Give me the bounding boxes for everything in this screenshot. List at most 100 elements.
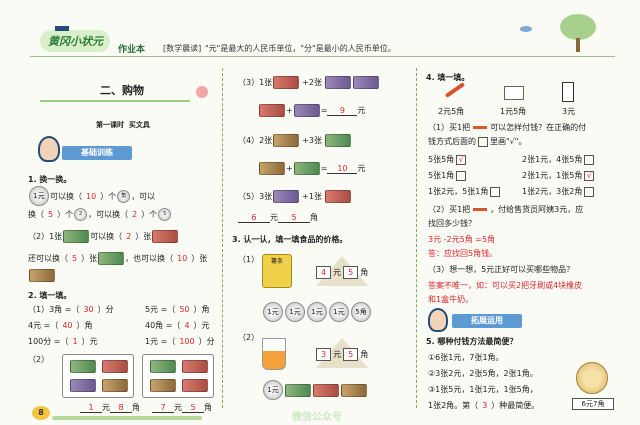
mid-row5: （5）3张 +1张 xyxy=(238,190,352,203)
flower-icon xyxy=(196,86,208,98)
price-toothbrush: 2元5角 xyxy=(438,107,465,116)
biscuit-price-tag: 6元7角 xyxy=(572,398,614,410)
opt2-checkbox[interactable] xyxy=(584,154,595,165)
q2-row3-right: 1元 =（ 100 ）分 xyxy=(145,337,215,346)
bird-icon xyxy=(520,26,532,32)
one-yuan-note-icon xyxy=(63,230,90,243)
q4-opt4: 2张1元，1张5角 √ xyxy=(522,170,595,181)
q4-title: 4. 填一填。 xyxy=(426,73,470,82)
right-column: 4. 填一填。 2元5角 1元5角 3元 （1）买1把 可以怎样付钱？在正确的付… xyxy=(416,62,640,425)
q2-sub2-label: （2） xyxy=(28,355,50,364)
money-box-left xyxy=(62,354,134,398)
q1-title: 1. 换一换。 xyxy=(28,175,72,184)
opt3-checkbox[interactable] xyxy=(456,170,467,181)
juice-glass-icon xyxy=(262,338,286,370)
mid-row3: （3）1张 +2张 xyxy=(238,76,380,89)
eraser-icon xyxy=(504,86,524,100)
snack-bag-icon: 薯条 xyxy=(262,254,292,288)
left-column: 二、购物 第一课时 买文具 基础训练 1. 换一换。 1元 可以换（ 10 ）个 角… xyxy=(0,62,222,425)
toothbrush-inline-icon-2 xyxy=(473,208,488,211)
q3-sub2: （2） xyxy=(238,333,260,342)
q4-p3: （3）想一想，5元正好可以买哪些物品？ xyxy=(428,265,575,274)
q4-p1-line2: 钱方式后面的 里画"√"。 xyxy=(428,136,527,147)
one-jiao-note-icon xyxy=(29,269,55,282)
q4-p2-line1: （2）买1把 ，付给售货员阿姨3元，应 xyxy=(428,205,584,214)
brand-name: 黄冈小状元 xyxy=(48,35,103,48)
q2-answer-left: 1元8角 xyxy=(80,402,140,413)
five-jiao-coin-icon: 5 xyxy=(158,208,172,221)
q4-opt5: 1张2元，5张1角 xyxy=(428,186,501,197)
student-avatar-2 xyxy=(428,308,448,332)
price-tag-2: 3 元 5 角 xyxy=(302,338,382,368)
header-divider xyxy=(30,56,615,57)
price-milk: 3元 xyxy=(562,107,576,116)
milk-carton-icon xyxy=(562,82,574,102)
q4-p2-answer1: 3元 -2元5角 =5角 xyxy=(428,235,496,244)
section-banner-basic: 基础训练 xyxy=(62,146,132,160)
q2-row2: 4元 =（ 40 ）角 xyxy=(28,321,93,330)
lesson-title: 第一课时 买文具 xyxy=(96,121,150,129)
q4-p2-answer2: 答：应找回5角钱。 xyxy=(428,249,498,258)
opt5-checkbox[interactable] xyxy=(490,186,501,197)
q4-p1-line1: （1）买1把 可以怎样付钱？在正确的付 xyxy=(428,123,587,132)
mid-row5-answer: 6元 5角 xyxy=(238,212,318,223)
q4-opt1: 5张5角 √ xyxy=(428,154,467,165)
q3-notes-row: 1元 xyxy=(262,380,368,400)
q2-row1: （1）3角 =（ 30 ）分 xyxy=(28,305,114,314)
q4-opt6: 1张2元，3张2角 xyxy=(522,186,595,197)
morning-tag: [数学晨读] xyxy=(163,44,202,53)
opt6-checkbox[interactable] xyxy=(584,186,595,197)
tree-icon xyxy=(560,14,596,40)
q2-answer-right: 7元5角 xyxy=(152,402,212,413)
page-number-badge: 8 xyxy=(32,406,50,420)
jiao-coin-icon: 角 xyxy=(117,189,131,203)
q3-title: 3. 认一认，填一填食品的价格。 xyxy=(232,235,348,244)
middle-column: （3）1张 +2张 + = 9元 （4）2张 +3张 + = 10 元 （5）3张… xyxy=(222,62,416,425)
q5-m4: 1张2角。第（ 3 ）种最简便。 xyxy=(428,401,540,410)
tree-trunk-icon xyxy=(576,38,580,52)
q4-opt3: 5张1角 xyxy=(428,170,467,181)
mid-row4-answer: + = 10 元 xyxy=(258,162,365,175)
price-eraser: 1元5角 xyxy=(500,107,527,116)
q4-opt2: 2张1元，4张5角 xyxy=(522,154,595,165)
vine-decoration xyxy=(40,100,190,102)
q5-m3: ③1张5元，1张1元，1张5角， xyxy=(428,385,538,394)
five-jiao-note-icon xyxy=(152,230,179,243)
student-avatar xyxy=(38,136,60,162)
two-jiao-coin-icon: 2 xyxy=(74,208,88,221)
opt4-checkbox[interactable]: √ xyxy=(584,170,595,181)
biscuit-icon xyxy=(576,362,608,394)
mortarboard-icon xyxy=(55,26,69,31)
opt1-checkbox[interactable]: √ xyxy=(456,154,467,165)
q2-title: 2. 填一填。 xyxy=(28,291,72,300)
unit-title: 二、购物 xyxy=(100,84,144,97)
q3-sub1: （1） xyxy=(238,255,260,264)
q5-title: 5. 哪种付钱方法最简便？ xyxy=(426,337,518,346)
q4-p3-answer1: 答案不唯一，如：可以买2把牙刷或4块橡皮 xyxy=(428,281,583,290)
q2-row2-right: 40角 =（ 4 ）元 xyxy=(145,321,210,330)
morning-text: "元"是最大的人民币单位，"分"是最小的人民币单位。 xyxy=(205,44,396,53)
grass-decoration xyxy=(52,416,202,420)
q3-coins-row: 1元 1元 1元 1元 5角 xyxy=(262,302,372,322)
one-yuan-coin-icon: 1元 xyxy=(29,186,49,206)
watermark: 微信公众号 xyxy=(292,412,342,423)
q1-row5 xyxy=(28,269,56,282)
q5-m2: ②3张2元，2张5角，2张1角。 xyxy=(428,369,538,378)
mid-row4: （4）2张 +3张 xyxy=(238,134,352,147)
q1-row3: （2）1张 可以换（ 2 ）张 xyxy=(28,230,179,243)
q2-row1-right: 5元 =（ 50 ）角 xyxy=(145,305,210,314)
toothbrush-inline-icon xyxy=(473,126,488,129)
q5-m1: ①6张1元，7张1角。 xyxy=(428,353,504,362)
money-box-right xyxy=(142,354,214,398)
q4-p3-answer2: 和1盒牛奶。 xyxy=(428,295,474,304)
q1-row1: 1元 可以换（ 10 ）个 角 ，可以 xyxy=(28,186,155,206)
header: 黄冈小状元 作业本 [数学晨读] "元"是最大的人民币单位，"分"是最小的人民币… xyxy=(0,0,640,62)
book-label: 作业本 xyxy=(118,45,146,55)
price-tag-1: 4 元 5 角 xyxy=(302,256,382,286)
q2-row3: 100分 =（ 1 ）元 xyxy=(28,337,98,346)
q4-p2-line2: 找回多少钱？ xyxy=(428,219,476,228)
q1-row4: 还可以换（ 5 ）张 ，也可以换（ 10 ）张 xyxy=(28,252,208,265)
section-banner-extend: 拓展运用 xyxy=(452,314,522,328)
mid-row3-answer: + = 9元 xyxy=(258,104,365,117)
q1-row2: 换（ 5 ）个 2 ，可以换（ 2 ）个 5 xyxy=(28,208,172,221)
